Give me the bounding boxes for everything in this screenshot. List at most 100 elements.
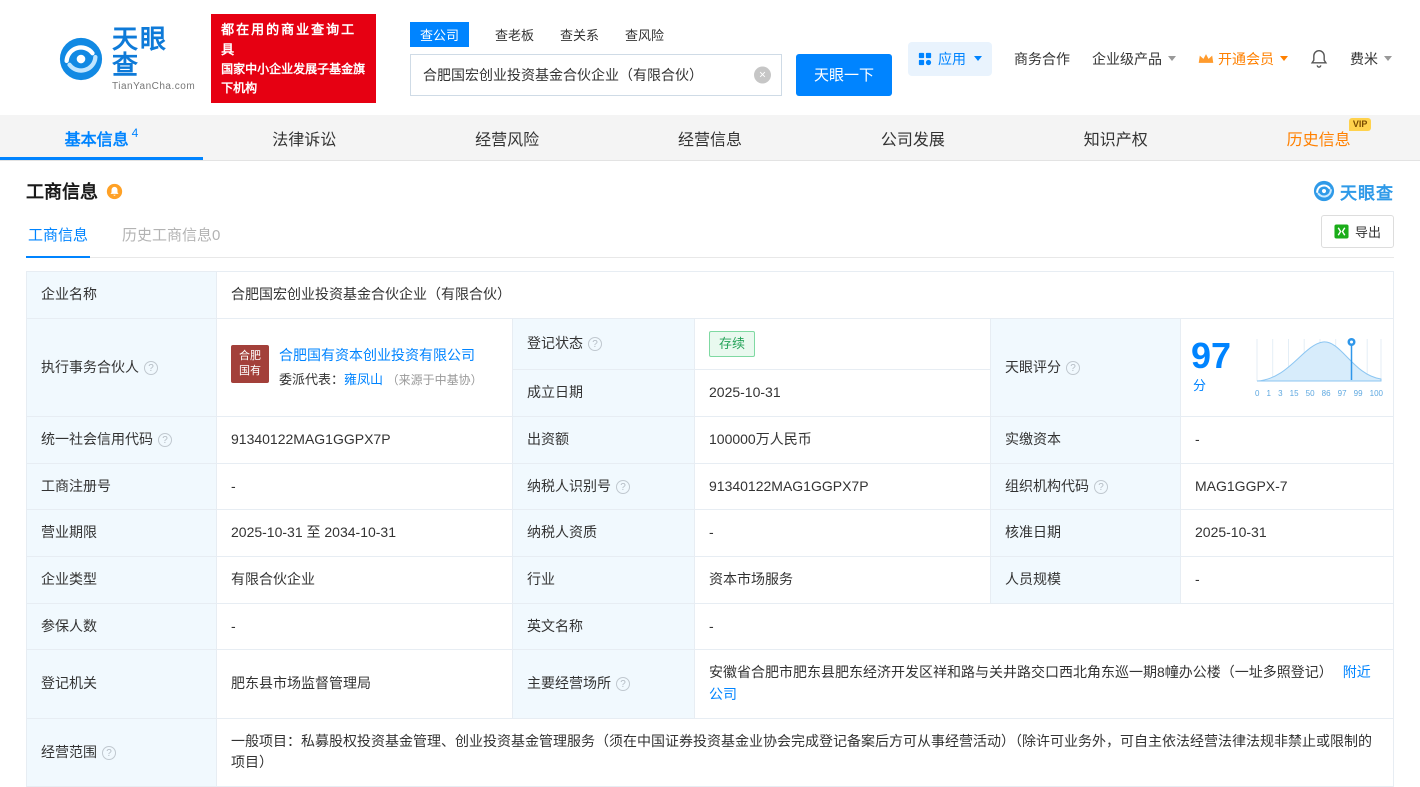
search-tab-relation[interactable]: 查关系 <box>560 25 599 44</box>
field-value-company-name: 合肥国宏创业投资基金合伙企业（有限合伙） <box>216 271 1394 320</box>
logo-title: 天眼查 <box>112 23 169 80</box>
tab-label: 公司发展 <box>880 131 945 149</box>
enterprise-label: 企业级产品 <box>1092 50 1162 67</box>
field-value-company-type: 有限合伙企业 <box>216 556 513 604</box>
bell-icon <box>1310 50 1328 68</box>
chevron-down-icon <box>1168 56 1176 62</box>
chevron-down-icon <box>1384 56 1392 62</box>
field-label-business-term: 营业期限 <box>26 509 217 558</box>
table-row: 登记机关 肥东县市场监督管理局 主要经营场所? 安徽省合肥市肥东县肥东经济开发区… <box>26 649 1394 719</box>
help-icon[interactable]: ? <box>158 432 172 447</box>
subtab-business-info[interactable]: 工商信息 <box>26 214 91 259</box>
apps-label: 应用 <box>938 50 966 67</box>
search-input[interactable] <box>411 54 781 95</box>
field-label-company-name: 企业名称 <box>26 271 217 320</box>
tab-history-info[interactable]: 历史信息 VIP <box>1217 115 1420 160</box>
help-icon[interactable]: ? <box>102 745 116 760</box>
logo-subtitle: TianYanCha.com <box>112 80 196 92</box>
section-title: 工商信息 <box>26 182 98 203</box>
business-info-table: 企业名称 合肥国宏创业投资基金合伙企业（有限合伙） 执行事务合伙人? 合肥 国有 … <box>26 271 1394 787</box>
table-row: 企业类型 有限合伙企业 行业 资本市场服务 人员规模 - <box>26 556 1394 604</box>
notification-bell[interactable] <box>1310 49 1328 68</box>
tianyancha-logo[interactable]: 天眼查 TianYanCha.com <box>58 26 195 92</box>
nav-enterprise-products[interactable]: 企业级产品 <box>1092 49 1176 69</box>
slogan-line2: 国家中小企业发展子基金旗下机构 <box>221 62 366 95</box>
field-label-score: 天眼评分? <box>990 318 1181 417</box>
field-label-english-name: 英文名称 <box>512 602 695 651</box>
field-label-credit-code: 统一社会信用代码? <box>26 415 217 464</box>
field-label-scope: 经营范围? <box>26 717 217 787</box>
subtab-history-business-info[interactable]: 历史工商信息0 <box>120 214 222 257</box>
field-value-business-term: 2025-10-31 至 2034-10-31 <box>216 509 513 558</box>
help-icon[interactable]: ? <box>616 677 630 692</box>
delegate-label: 委派代表： <box>279 372 345 388</box>
search-tab-company[interactable]: 查公司 <box>410 21 470 47</box>
search-tab-risk[interactable]: 查风险 <box>625 25 664 44</box>
field-value-establish-date: 2025-10-31 <box>694 369 991 417</box>
help-icon[interactable]: ? <box>1094 479 1108 494</box>
help-icon[interactable]: ? <box>616 479 630 494</box>
field-label-approval-date: 核准日期 <box>990 509 1181 558</box>
excel-icon <box>1334 224 1349 239</box>
table-row: 经营范围? 一般项目：私募股权投资基金管理、创业投资基金管理服务（须在中国证券投… <box>26 717 1394 787</box>
grid-icon <box>918 52 932 65</box>
field-label-taxpayer-quality: 纳税人资质 <box>512 509 695 558</box>
tab-label: 历史信息 <box>1286 131 1351 149</box>
username-label: 费米 <box>1350 50 1378 67</box>
field-label-org-code: 组织机构代码? <box>990 462 1181 511</box>
search-block: 查公司 查老板 查关系 查风险 × 天眼一下 <box>410 21 892 96</box>
subscribe-bell-icon[interactable] <box>106 183 123 200</box>
field-label-taxpayer-id: 纳税人识别号? <box>512 462 695 511</box>
field-label-company-type: 企业类型 <box>26 556 217 604</box>
field-value-capital: 100000万人民币 <box>694 415 991 464</box>
search-tab-boss[interactable]: 查老板 <box>495 25 534 44</box>
apps-menu[interactable]: 应用 <box>908 41 992 76</box>
tianyancha-mini-icon <box>1313 181 1335 202</box>
help-icon[interactable]: ? <box>144 360 158 375</box>
tab-operation-risk[interactable]: 经营风险 <box>406 115 609 160</box>
tab-legal-proceedings[interactable]: 法律诉讼 <box>203 115 406 160</box>
field-label-reg-status: 登记状态? <box>512 318 695 371</box>
field-label-staff-size: 人员规模 <box>990 556 1181 604</box>
tab-basic-info[interactable]: 基本信息 4 <box>0 115 203 161</box>
partner-logo[interactable]: 合肥 国有 <box>231 344 269 383</box>
field-label-industry: 行业 <box>512 556 695 604</box>
field-value-reg-authority: 肥东县市场监督管理局 <box>216 649 513 719</box>
subtabs-row: 工商信息 历史工商信息0 导出 <box>26 214 1394 259</box>
field-label-address: 主要经营场所? <box>512 649 695 719</box>
tab-intellectual-property[interactable]: 知识产权 <box>1014 115 1217 160</box>
clear-search-icon[interactable]: × <box>754 66 771 84</box>
field-value-address: 安徽省合肥市肥东县肥东经济开发区祥和路与关井路交口西北角东巡一期8幢办公楼（一址… <box>694 649 1394 719</box>
nav-open-vip[interactable]: 开通会员 <box>1198 49 1288 69</box>
tab-company-development[interactable]: 公司发展 <box>811 115 1014 160</box>
search-button[interactable]: 天眼一下 <box>796 53 892 96</box>
delegate-name-link[interactable]: 雍凤山 <box>344 372 383 387</box>
chevron-down-icon <box>974 56 982 62</box>
field-value-paid-capital: - <box>1180 415 1394 464</box>
field-label-capital: 出资额 <box>512 415 695 464</box>
help-icon[interactable]: ? <box>1066 360 1080 375</box>
main-content: 工商信息 天眼查 工商信息 历史工商信息0 导出 企业名称 合肥国宏创业投资基金… <box>0 178 1420 787</box>
help-icon[interactable]: ? <box>588 337 602 352</box>
nav-cooperation[interactable]: 商务合作 <box>1014 49 1070 69</box>
export-button[interactable]: 导出 <box>1320 215 1394 249</box>
open-vip-label: 开通会员 <box>1218 50 1274 67</box>
tianyancha-logo-icon <box>58 36 104 82</box>
tab-operation-info[interactable]: 经营信息 <box>609 115 812 160</box>
field-value-staff-size: - <box>1180 556 1394 604</box>
vip-badge: VIP <box>1348 118 1372 132</box>
crown-icon <box>1198 54 1214 64</box>
user-menu[interactable]: 费米 <box>1350 49 1392 69</box>
field-label-reg-authority: 登记机关 <box>26 649 217 719</box>
tab-label: 基本信息 <box>64 131 129 149</box>
field-value-english-name: - <box>694 602 1394 651</box>
field-label-insured: 参保人数 <box>26 602 217 651</box>
brand-watermark: 天眼查 <box>1313 179 1394 204</box>
table-row: 执行事务合伙人? 合肥 国有 合肥国有资本创业投资有限公司 委派代表：雍凤山 （来… <box>26 318 1394 417</box>
table-row: 企业名称 合肥国宏创业投资基金合伙企业（有限合伙） <box>26 271 1394 320</box>
partner-company-link[interactable]: 合肥国有资本创业投资有限公司 <box>279 347 475 363</box>
field-value-taxpayer-id: 91340122MAG1GGPX7P <box>694 462 991 511</box>
field-value-taxpayer-quality: - <box>694 509 991 558</box>
field-value-insured: - <box>216 602 513 651</box>
field-label-executive-partner: 执行事务合伙人? <box>26 318 217 417</box>
